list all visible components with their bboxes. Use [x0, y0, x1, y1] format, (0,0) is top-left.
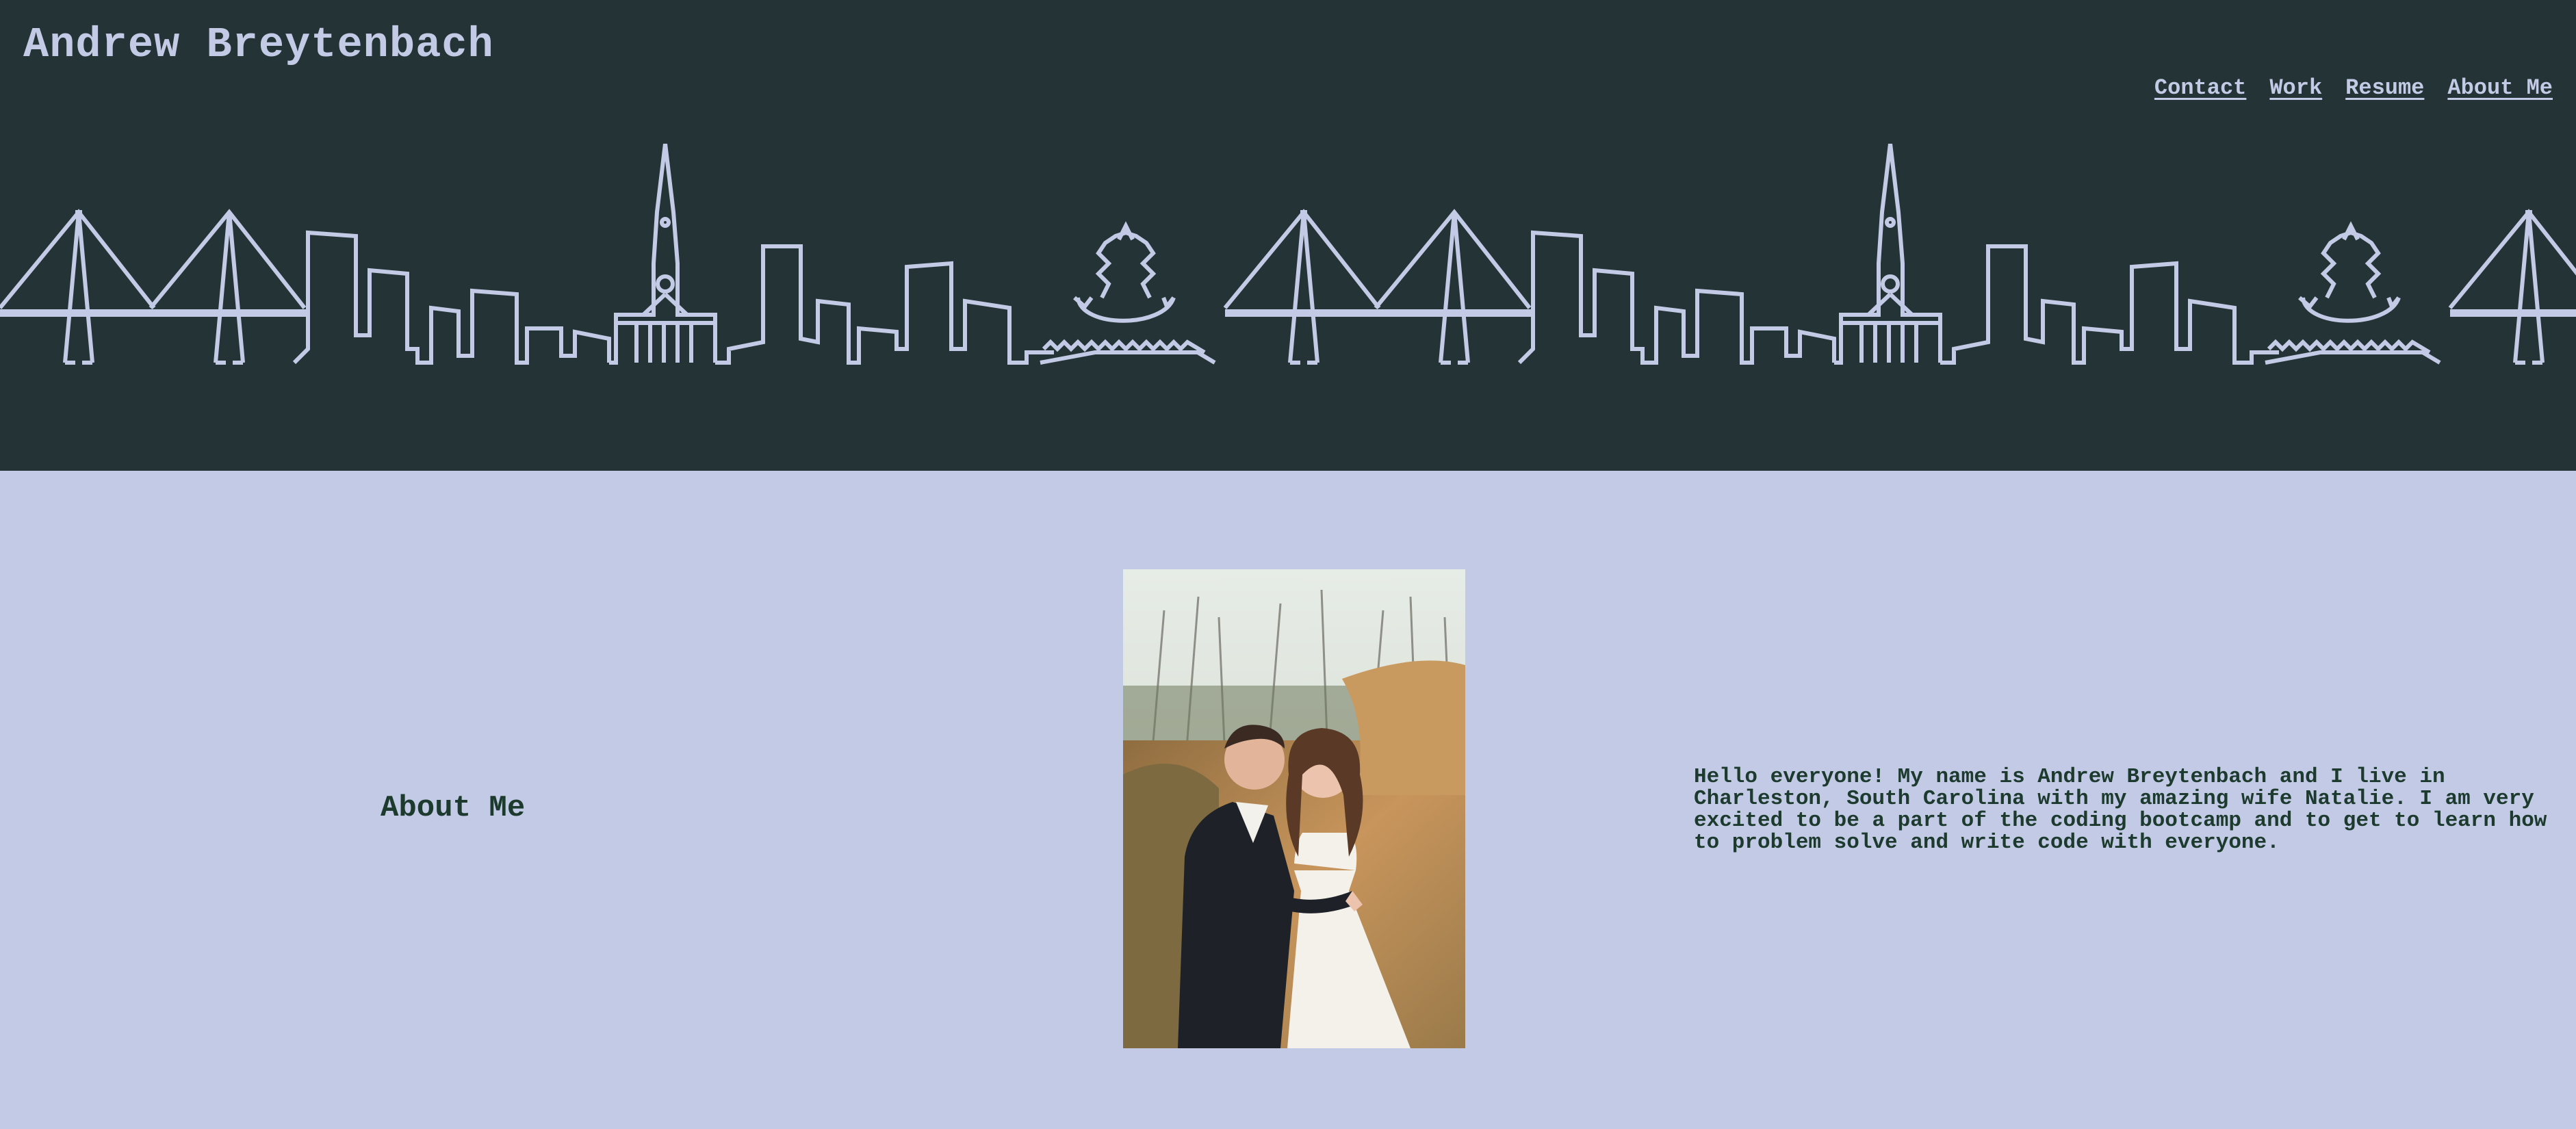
couple-portrait-image — [1123, 569, 1465, 1048]
nav-link-resume[interactable]: Resume — [2345, 75, 2424, 101]
charleston-skyline-icon — [0, 144, 2576, 369]
site-title: Andrew Breytenbach — [23, 21, 494, 69]
about-heading: About Me — [381, 791, 526, 825]
nav-link-about-me[interactable]: About Me — [2447, 75, 2553, 101]
main-nav: Contact Work Resume About Me — [2154, 75, 2553, 101]
nav-link-contact[interactable]: Contact — [2154, 75, 2246, 101]
nav-link-work[interactable]: Work — [2269, 75, 2322, 101]
photo-illustration — [1123, 569, 1465, 1048]
about-section: About Me Hello everyone! My name is Andr… — [0, 471, 2576, 1129]
bio-text: Hello everyone! My name is Andrew Breyte… — [1694, 765, 2547, 855]
site-header: Andrew Breytenbach Contact Work Resume A… — [0, 0, 2576, 471]
